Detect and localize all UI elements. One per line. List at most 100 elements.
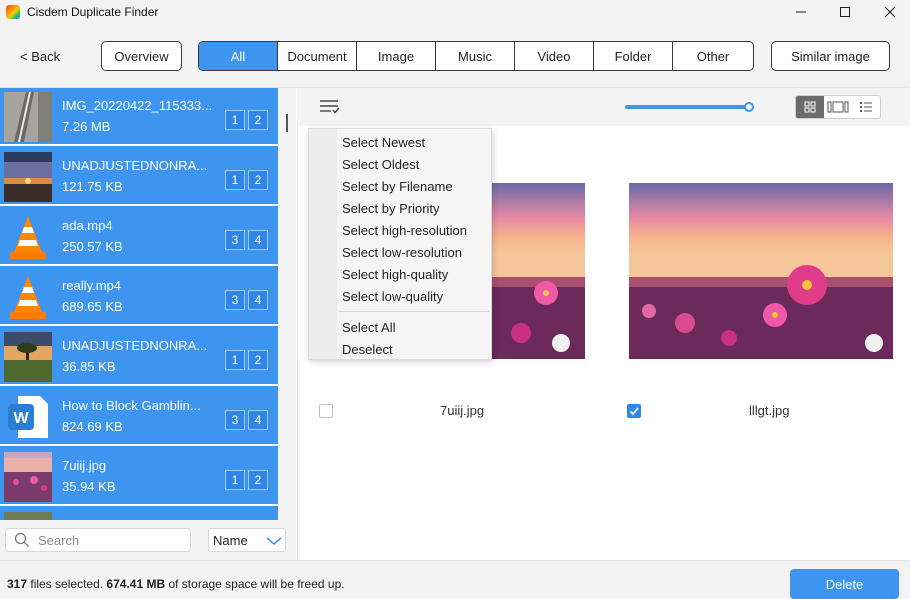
list-item[interactable]: IMG_20220422_115333... 7.26 MB 1 2 bbox=[0, 88, 278, 146]
close-icon bbox=[884, 6, 896, 18]
thumbnail-size-slider[interactable] bbox=[625, 105, 749, 109]
menu-item-select-by-priority[interactable]: Select by Priority bbox=[342, 197, 440, 219]
count-badge: 3 bbox=[225, 290, 245, 310]
count-badge: 2 bbox=[248, 350, 268, 370]
tab-music[interactable]: Music bbox=[436, 42, 515, 70]
grid-view-button[interactable] bbox=[796, 96, 824, 118]
list-item[interactable]: 7uiij.jpg 35.94 KB 1 2 bbox=[0, 448, 278, 506]
back-button[interactable]: < Back bbox=[20, 41, 60, 71]
app-logo-icon bbox=[6, 5, 20, 19]
menu-gutter bbox=[309, 129, 337, 359]
close-button[interactable] bbox=[867, 0, 910, 24]
overview-button[interactable]: Overview bbox=[101, 41, 182, 71]
list-item[interactable]: UNADJUSTEDNONRA... 121.75 KB 1 2 bbox=[0, 148, 278, 206]
selected-count: 317 bbox=[7, 577, 28, 591]
category-tabs: All Document Image Music Video Folder Ot… bbox=[198, 41, 754, 71]
vlc-cone-icon bbox=[10, 276, 46, 319]
menu-item-select-newest[interactable]: Select Newest bbox=[342, 131, 425, 153]
item-name: really.mp4 bbox=[62, 278, 122, 293]
list-view-button[interactable] bbox=[852, 96, 880, 118]
scrollbar-thumb[interactable] bbox=[286, 114, 288, 132]
photo-filename: lllgt.jpg bbox=[749, 403, 790, 418]
photo-thumbnail bbox=[4, 152, 52, 202]
count-badge: 4 bbox=[248, 230, 268, 250]
sort-value: Name bbox=[213, 532, 248, 548]
item-name: IMG_20220422_115333... bbox=[62, 98, 213, 113]
menu-item-select-high-quality[interactable]: Select high-quality bbox=[342, 263, 448, 285]
list-view-icon bbox=[860, 102, 872, 112]
tab-other[interactable]: Other bbox=[673, 42, 753, 70]
vlc-cone-icon bbox=[10, 216, 46, 259]
photo-thumbnail bbox=[4, 512, 52, 520]
svg-text:W: W bbox=[13, 410, 29, 427]
status-bar: 317 files selected. 674.41 MB of storage… bbox=[0, 560, 910, 599]
photo-checkbox[interactable] bbox=[627, 404, 641, 418]
compare-view-icon bbox=[827, 101, 849, 113]
count-badge: 2 bbox=[248, 170, 268, 190]
similar-image-button[interactable]: Similar image bbox=[771, 41, 890, 71]
sort-select[interactable]: Name bbox=[208, 528, 286, 552]
item-size: 121.75 KB bbox=[62, 179, 123, 194]
checkmark-icon bbox=[629, 407, 639, 416]
photo-preview[interactable] bbox=[629, 183, 893, 359]
count-badge: 3 bbox=[225, 230, 245, 250]
photo-checkbox[interactable] bbox=[319, 404, 333, 418]
item-name: How to Block Gamblin... bbox=[62, 398, 201, 413]
item-name: UNADJUSTEDNONRA... bbox=[62, 158, 208, 173]
status-summary: 317 files selected. 674.41 MB of storage… bbox=[7, 577, 345, 591]
menu-item-select-low-resolution[interactable]: Select low-resolution bbox=[342, 241, 462, 263]
item-name: ada.mp4 bbox=[62, 218, 113, 233]
tab-video[interactable]: Video bbox=[515, 42, 594, 70]
menu-item-deselect[interactable]: Deselect bbox=[342, 338, 393, 360]
compare-view-button[interactable] bbox=[824, 96, 852, 118]
count-badge: 1 bbox=[225, 350, 245, 370]
menu-item-select-by-filename[interactable]: Select by Filename bbox=[342, 175, 453, 197]
tab-folder[interactable]: Folder bbox=[594, 42, 673, 70]
item-name: UNADJUSTEDNONRA... bbox=[62, 338, 208, 353]
search-input[interactable]: Search bbox=[5, 528, 191, 552]
grid-icon bbox=[804, 101, 816, 113]
count-badge: 1 bbox=[225, 170, 245, 190]
slider-knob[interactable] bbox=[744, 102, 754, 112]
item-name: 7uiij.jpg bbox=[62, 458, 107, 473]
tab-document[interactable]: Document bbox=[278, 42, 357, 70]
file-group-list[interactable]: IMG_20220422_115333... 7.26 MB 1 2 UNADJ… bbox=[0, 88, 278, 520]
search-icon bbox=[14, 532, 29, 547]
menu-item-select-oldest[interactable]: Select Oldest bbox=[342, 153, 419, 175]
count-badge: 2 bbox=[248, 470, 268, 490]
view-mode-group bbox=[795, 95, 881, 119]
list-item[interactable]: ada.mp4 250.57 KB 3 4 bbox=[0, 208, 278, 266]
select-dropdown-menu: Select Newest Select Oldest Select by Fi… bbox=[308, 128, 492, 360]
menu-item-select-low-quality[interactable]: Select low-quality bbox=[342, 285, 443, 307]
item-size: 824.69 KB bbox=[62, 419, 123, 434]
count-badge: 3 bbox=[225, 410, 245, 430]
selected-label: files selected. bbox=[30, 577, 104, 591]
freed-label: of storage space will be freed up. bbox=[168, 577, 345, 591]
item-size: 7.26 MB bbox=[62, 119, 111, 134]
photo-thumbnail bbox=[4, 332, 52, 382]
list-scrollbar[interactable] bbox=[278, 88, 296, 560]
count-badge: 2 bbox=[248, 110, 268, 130]
item-size: 36.85 KB bbox=[62, 359, 116, 374]
count-badge: 1 bbox=[225, 110, 245, 130]
list-item[interactable] bbox=[0, 508, 278, 520]
menu-divider bbox=[339, 311, 489, 312]
list-item[interactable]: W How to Block Gamblin... 824.69 KB 3 4 bbox=[0, 388, 278, 446]
minimize-button[interactable] bbox=[778, 0, 824, 24]
search-area: Search Name bbox=[0, 520, 296, 560]
menu-item-select-all[interactable]: Select All bbox=[342, 316, 395, 338]
tab-all[interactable]: All bbox=[199, 42, 278, 70]
delete-button[interactable]: Delete bbox=[790, 569, 899, 599]
select-menu-icon[interactable] bbox=[319, 99, 341, 115]
word-doc-icon: W bbox=[8, 396, 48, 438]
menu-item-select-high-resolution[interactable]: Select high-resolution bbox=[342, 219, 467, 241]
list-item[interactable]: really.mp4 689.65 KB 3 4 bbox=[0, 268, 278, 326]
minimize-icon bbox=[796, 11, 806, 13]
count-badge: 1 bbox=[225, 470, 245, 490]
freed-size: 674.41 MB bbox=[106, 577, 166, 591]
item-size: 689.65 KB bbox=[62, 299, 123, 314]
list-item[interactable]: UNADJUSTEDNONRA... 36.85 KB 1 2 bbox=[0, 328, 278, 386]
item-size: 35.94 KB bbox=[62, 479, 116, 494]
maximize-button[interactable] bbox=[822, 0, 868, 24]
tab-image[interactable]: Image bbox=[357, 42, 436, 70]
